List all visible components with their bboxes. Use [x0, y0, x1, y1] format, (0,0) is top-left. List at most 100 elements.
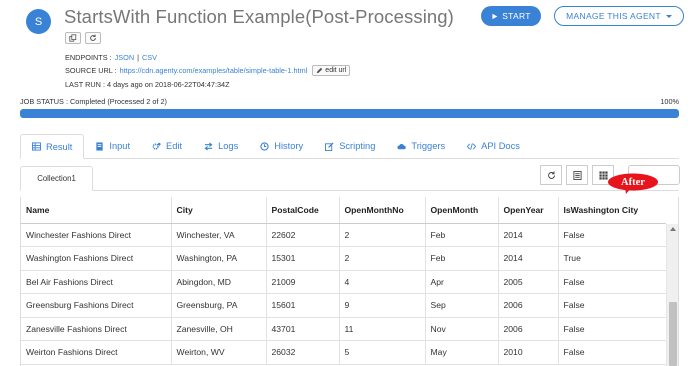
last-run-text: LAST RUN : 4 days ago on 2018-06-22T04:4… — [65, 80, 230, 89]
agent-avatar: S — [26, 9, 51, 34]
cloud-icon — [397, 143, 407, 149]
tab-logs-label: Logs — [218, 141, 239, 151]
code-icon — [467, 142, 477, 150]
tab-scripting[interactable]: Scripting — [314, 134, 386, 158]
callout-label: After — [621, 177, 645, 188]
copy-button[interactable] — [65, 32, 81, 44]
tab-api-docs-label: API Docs — [481, 141, 520, 151]
tab-triggers[interactable]: Triggers — [386, 134, 456, 158]
table-cell: 15601 — [266, 293, 340, 318]
refresh-icon — [547, 171, 555, 179]
clock-icon — [260, 141, 269, 151]
tab-scripting-label: Scripting — [339, 141, 376, 151]
table-row: Bel Air Fashions Direct Abingdon, MD 21009… — [21, 270, 666, 294]
column-header[interactable]: OpenMonthNo — [339, 197, 426, 224]
tab-logs[interactable]: Logs — [193, 134, 249, 158]
table-cell: Apr — [425, 270, 499, 294]
tab-history[interactable]: History — [249, 134, 314, 158]
start-label: START — [502, 11, 531, 21]
endpoints-row: ENDPOINTS : JSON | CSV — [65, 53, 157, 62]
endpoints-label: ENDPOINTS : — [65, 53, 112, 62]
column-header[interactable]: City — [171, 197, 267, 224]
source-url-label: SOURCE URL : — [65, 66, 117, 75]
table-cell: 2 — [339, 246, 426, 271]
table-cell: True — [558, 246, 666, 271]
json-endpoint-link[interactable]: JSON — [115, 53, 134, 62]
job-percent: 100% — [660, 97, 679, 106]
table-cell: 2006 — [498, 293, 559, 318]
table-cell: 22602 — [266, 223, 340, 247]
table-cell: Bel Air Fashions Direct — [21, 270, 172, 294]
after-callout: After — [607, 173, 659, 194]
table-cell: 2014 — [498, 246, 559, 271]
table-header-row: Name City PostalCode OpenMonthNo OpenMon… — [21, 197, 666, 224]
tab-result[interactable]: Result — [20, 134, 85, 159]
table-cell: 2006 — [498, 317, 559, 341]
page-title: StartsWith Function Example(Post-Process… — [64, 6, 454, 27]
table-cell: 5 — [339, 340, 426, 365]
column-header[interactable]: PostalCode — [266, 197, 340, 224]
tab-collection1[interactable]: Collection1 — [20, 166, 93, 191]
cogs-icon — [152, 142, 161, 150]
table-cell: 26032 — [266, 340, 340, 365]
table-row: Greensburg Fashions Direct Greensburg, PA… — [21, 293, 666, 318]
tab-input[interactable]: Input — [84, 134, 141, 158]
table-row: Zanesville Fashions Direct Zanesville, OH… — [21, 317, 666, 341]
manage-agent-dropdown[interactable]: MANAGE THIS AGENT — [554, 6, 684, 26]
job-progress-bar — [20, 109, 679, 118]
table-cell: Winchester Fashions Direct — [21, 223, 172, 247]
scroll-up-arrow[interactable] — [670, 227, 676, 231]
table-cell: Weirton, WV — [171, 340, 267, 365]
column-header[interactable]: OpenYear — [498, 197, 559, 224]
refresh-icon — [90, 34, 96, 41]
copy-icon — [69, 34, 77, 42]
csv-endpoint-link[interactable]: CSV — [142, 53, 157, 62]
main-tabs: Result Input Edit Logs History Scripting… — [20, 134, 679, 159]
column-header[interactable]: IsWashington City — [558, 197, 666, 224]
edit-url-button[interactable]: edit url — [312, 65, 351, 76]
table-scrollbar[interactable] — [666, 224, 678, 366]
endpoint-separator: | — [137, 53, 139, 62]
table-row: Winchester Fashions Direct Winchester, VA… — [21, 223, 666, 247]
table-cell: Weirton Fashions Direct — [21, 340, 172, 365]
table-cell: 9 — [339, 293, 426, 318]
source-url-row: SOURCE URL : https://cdn.agenty.com/exam… — [65, 65, 351, 76]
table-cell: Greensburg, PA — [171, 293, 267, 318]
table-cell: 11 — [339, 317, 426, 341]
table-cell: Winchester, VA — [171, 223, 267, 247]
manage-label: MANAGE THIS AGENT — [566, 11, 661, 21]
pencil-icon — [316, 67, 323, 74]
caret-down-icon — [665, 14, 672, 18]
table-cell: 2 — [339, 223, 426, 247]
tab-edit[interactable]: Edit — [141, 134, 193, 158]
table-cell: 21009 — [266, 270, 340, 294]
exchange-icon — [204, 141, 213, 151]
source-url-link[interactable]: https://cdn.agenty.com/examples/table/si… — [120, 66, 308, 75]
table-cell: 43701 — [266, 317, 340, 341]
scrollbar-thumb[interactable] — [669, 302, 677, 366]
table-cell: 4 — [339, 270, 426, 294]
table-cell: 2010 — [498, 340, 559, 365]
refresh-table-button[interactable] — [540, 165, 562, 185]
table-icon — [32, 142, 41, 151]
table-cell: Greensburg Fashions Direct — [21, 293, 172, 318]
table-cell: Zanesville, OH — [171, 317, 267, 341]
play-icon — [492, 13, 498, 19]
tab-input-label: Input — [109, 141, 131, 151]
refresh-button[interactable] — [85, 32, 101, 44]
table-cell: Washington Fashions Direct — [21, 246, 172, 271]
table-cell: 2014 — [498, 223, 559, 247]
details-view-button[interactable] — [566, 165, 588, 185]
column-header[interactable]: Name — [21, 197, 172, 224]
table-cell: 2005 — [498, 270, 559, 294]
table-cell: False — [558, 340, 666, 365]
title-actions — [65, 32, 101, 44]
table-cell: Washington, PA — [171, 246, 267, 271]
tab-api-docs[interactable]: API Docs — [456, 134, 531, 158]
column-header[interactable]: OpenMonth — [425, 197, 499, 224]
table-cell: False — [558, 317, 666, 341]
start-button[interactable]: START — [481, 6, 541, 26]
table-cell: False — [558, 270, 666, 294]
table-cell: False — [558, 293, 666, 318]
book-icon — [96, 141, 104, 151]
